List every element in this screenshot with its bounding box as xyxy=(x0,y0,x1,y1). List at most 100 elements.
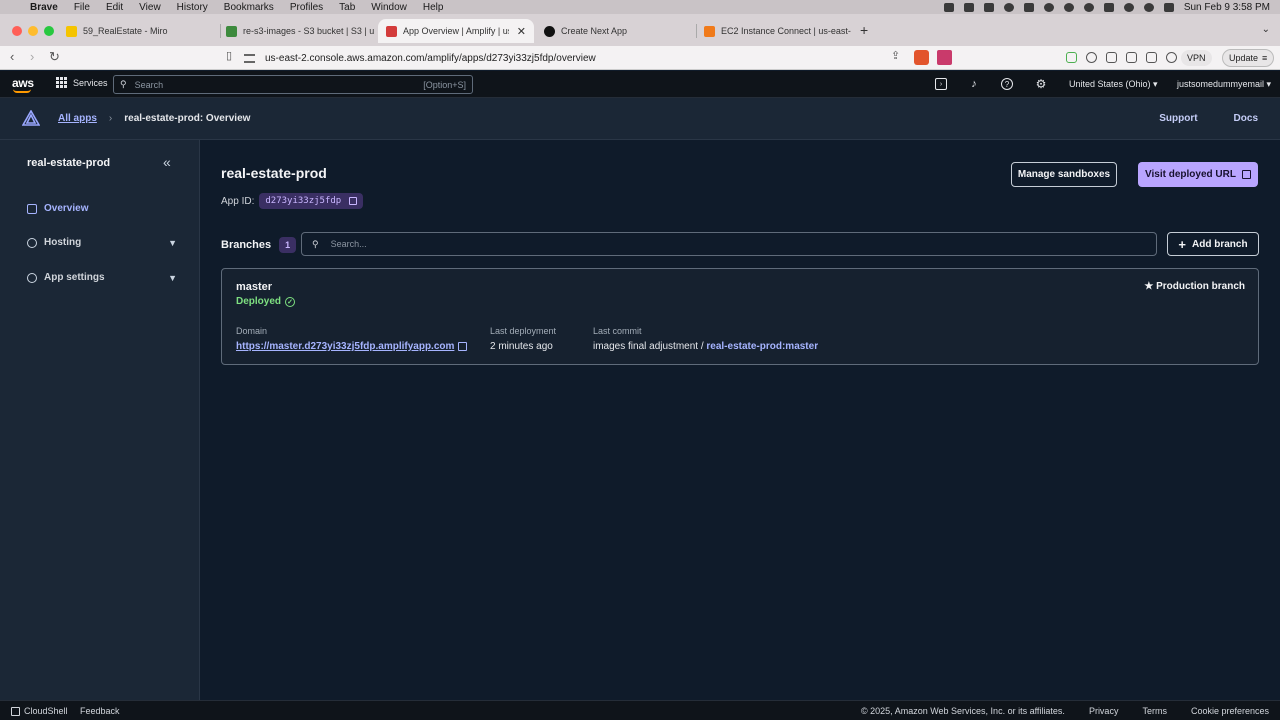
amplify-logo-icon[interactable] xyxy=(22,110,40,126)
address-bar[interactable]: us-east-2.console.aws.amazon.com/amplify… xyxy=(244,49,964,67)
menu-edit[interactable]: Edit xyxy=(106,2,123,13)
tab-label: EC2 Instance Connect | us-east- xyxy=(721,26,851,36)
app-id-row: App ID: d273yi33zj5fdp xyxy=(221,193,364,209)
chevron-down-icon: ▼ xyxy=(168,237,177,248)
control-center-icon[interactable] xyxy=(1163,2,1174,12)
browser-tab[interactable]: re-s3-images - S3 bucket | S3 | u xyxy=(218,19,378,43)
brave-shields-icon[interactable] xyxy=(914,50,929,65)
reload-icon[interactable]: ↻ xyxy=(49,49,60,65)
menubar-clock[interactable]: Sun Feb 9 3:58 PM xyxy=(1184,2,1270,13)
commit-branch-link[interactable]: real-estate-prod:master xyxy=(706,341,818,352)
status-icon[interactable] xyxy=(1063,2,1074,12)
last-commit-value: images final adjustment / real-estate-pr… xyxy=(593,341,818,352)
menu-help[interactable]: Help xyxy=(423,2,444,13)
status-badge: Deployed ✓ xyxy=(236,296,296,307)
menu-bookmarks[interactable]: Bookmarks xyxy=(224,2,274,13)
cloudshell-footer-button[interactable]: CloudShell xyxy=(11,706,68,716)
macos-menubar: Brave File Edit View History Bookmarks P… xyxy=(0,0,1280,14)
copy-icon[interactable] xyxy=(349,197,358,205)
browser-tab[interactable]: 59_RealEstate - Miro xyxy=(58,19,218,43)
terms-link[interactable]: Terms xyxy=(1142,706,1167,716)
menu-app[interactable]: Brave xyxy=(30,2,58,13)
support-link[interactable]: Support xyxy=(1159,113,1197,124)
branch-name[interactable]: master xyxy=(236,281,272,293)
status-icon[interactable] xyxy=(943,2,954,12)
copyright-text: © 2025, Amazon Web Services, Inc. or its… xyxy=(861,706,1065,716)
manage-sandboxes-button[interactable]: Manage sandboxes xyxy=(1011,162,1117,187)
amplify-header: All apps › real-estate-prod: Overview Su… xyxy=(0,98,1280,140)
forward-icon[interactable]: › xyxy=(30,49,34,64)
branch-search-input[interactable]: ⚲ Search... xyxy=(301,232,1157,256)
zoom-window-button[interactable] xyxy=(44,26,54,36)
services-menu[interactable]: Services xyxy=(56,77,108,88)
cloudshell-icon[interactable]: › xyxy=(935,78,947,90)
menu-view[interactable]: View xyxy=(139,2,161,13)
menu-profiles[interactable]: Profiles xyxy=(290,2,323,13)
close-tab-icon[interactable]: ✕ xyxy=(517,25,526,38)
sidebar-item-app-settings[interactable]: App settings ▼ xyxy=(27,272,177,283)
aws-logo[interactable]: aws xyxy=(12,76,34,93)
add-branch-button[interactable]: + Add branch xyxy=(1167,232,1259,256)
spotlight-search-icon[interactable] xyxy=(1143,2,1154,12)
branch-card[interactable]: master Deployed ✓ ★ Production branch Do… xyxy=(221,268,1259,365)
settings-gear-icon[interactable]: ⚙ xyxy=(1035,77,1047,91)
sidebar-icon[interactable] xyxy=(1126,52,1137,63)
back-icon[interactable]: ‹ xyxy=(10,49,14,64)
breadcrumb-separator-icon: › xyxy=(108,113,113,124)
domain-link[interactable]: https://master.d273yi33zj5fdp.amplifyapp… xyxy=(236,341,468,352)
share-icon[interactable]: ⇪ xyxy=(891,49,900,62)
battery-icon[interactable] xyxy=(1103,2,1114,12)
status-icon[interactable] xyxy=(1043,2,1054,12)
app-id-label: App ID: xyxy=(221,195,255,207)
docs-link[interactable]: Docs xyxy=(1234,113,1258,124)
new-tab-icon[interactable]: + xyxy=(860,22,868,38)
update-button[interactable]: Update ≡ xyxy=(1222,49,1275,67)
account-menu[interactable]: justsomedummyemail ▾ xyxy=(1177,79,1271,90)
privacy-link[interactable]: Privacy xyxy=(1089,706,1119,716)
browser-tab[interactable]: Create Next App xyxy=(536,19,696,43)
menu-history[interactable]: History xyxy=(177,2,208,13)
wifi-icon[interactable] xyxy=(1123,2,1134,12)
region-selector[interactable]: United States (Ohio) ▾ xyxy=(1069,79,1158,90)
notifications-bell-icon[interactable]: ♪ xyxy=(968,78,980,90)
collapse-sidebar-icon[interactable]: « xyxy=(163,154,171,170)
visit-deployed-url-button[interactable]: Visit deployed URL xyxy=(1138,162,1258,187)
status-icon[interactable] xyxy=(963,2,974,12)
aws-search-input[interactable]: ⚲ Search [Option+S] xyxy=(113,75,473,94)
help-icon[interactable]: ? xyxy=(1001,78,1013,90)
app-id-chip[interactable]: d273yi33zj5fdp xyxy=(259,193,364,209)
site-settings-icon[interactable] xyxy=(244,53,255,63)
search-icon: ⚲ xyxy=(312,238,319,249)
extension-icon[interactable] xyxy=(1066,52,1077,63)
feedback-link[interactable]: Feedback xyxy=(80,706,120,716)
status-icon[interactable] xyxy=(1023,2,1034,12)
status-icon[interactable] xyxy=(983,2,994,12)
tab-search-chevron-icon[interactable]: ⌄ xyxy=(1262,24,1270,35)
browser-tab-active[interactable]: App Overview | Amplify | us-e ✕ xyxy=(378,19,534,43)
bookmark-icon[interactable]: ▯ xyxy=(226,49,232,62)
browser-tab[interactable]: EC2 Instance Connect | us-east- xyxy=(696,19,854,43)
vpn-button[interactable]: VPN xyxy=(1181,50,1212,66)
status-icon[interactable] xyxy=(1083,2,1094,12)
main-content: real-estate-prod App ID: d273yi33zj5fdp … xyxy=(200,140,1280,700)
menu-window[interactable]: Window xyxy=(371,2,407,13)
sidebar-item-overview[interactable]: Overview xyxy=(27,203,177,214)
extension-icon[interactable] xyxy=(1086,52,1097,63)
close-window-button[interactable] xyxy=(12,26,22,36)
url-text[interactable]: us-east-2.console.aws.amazon.com/amplify… xyxy=(265,53,596,64)
document-icon xyxy=(27,203,37,214)
leo-ai-icon[interactable] xyxy=(1166,52,1177,63)
menu-tab[interactable]: Tab xyxy=(339,2,355,13)
sidebar-app-title: real-estate-prod xyxy=(27,157,111,169)
extensions-puzzle-icon[interactable] xyxy=(1106,52,1117,63)
tab-label: App Overview | Amplify | us-e xyxy=(403,26,509,36)
hamburger-menu-icon: ≡ xyxy=(1262,53,1268,63)
breadcrumb-all-apps-link[interactable]: All apps xyxy=(58,113,97,124)
status-icon[interactable] xyxy=(1003,2,1014,12)
wallet-icon[interactable] xyxy=(1146,52,1157,63)
brave-rewards-icon[interactable] xyxy=(937,50,952,65)
cookie-preferences-link[interactable]: Cookie preferences xyxy=(1191,706,1269,716)
minimize-window-button[interactable] xyxy=(28,26,38,36)
menu-file[interactable]: File xyxy=(74,2,90,13)
sidebar-item-hosting[interactable]: Hosting ▼ xyxy=(27,237,177,248)
